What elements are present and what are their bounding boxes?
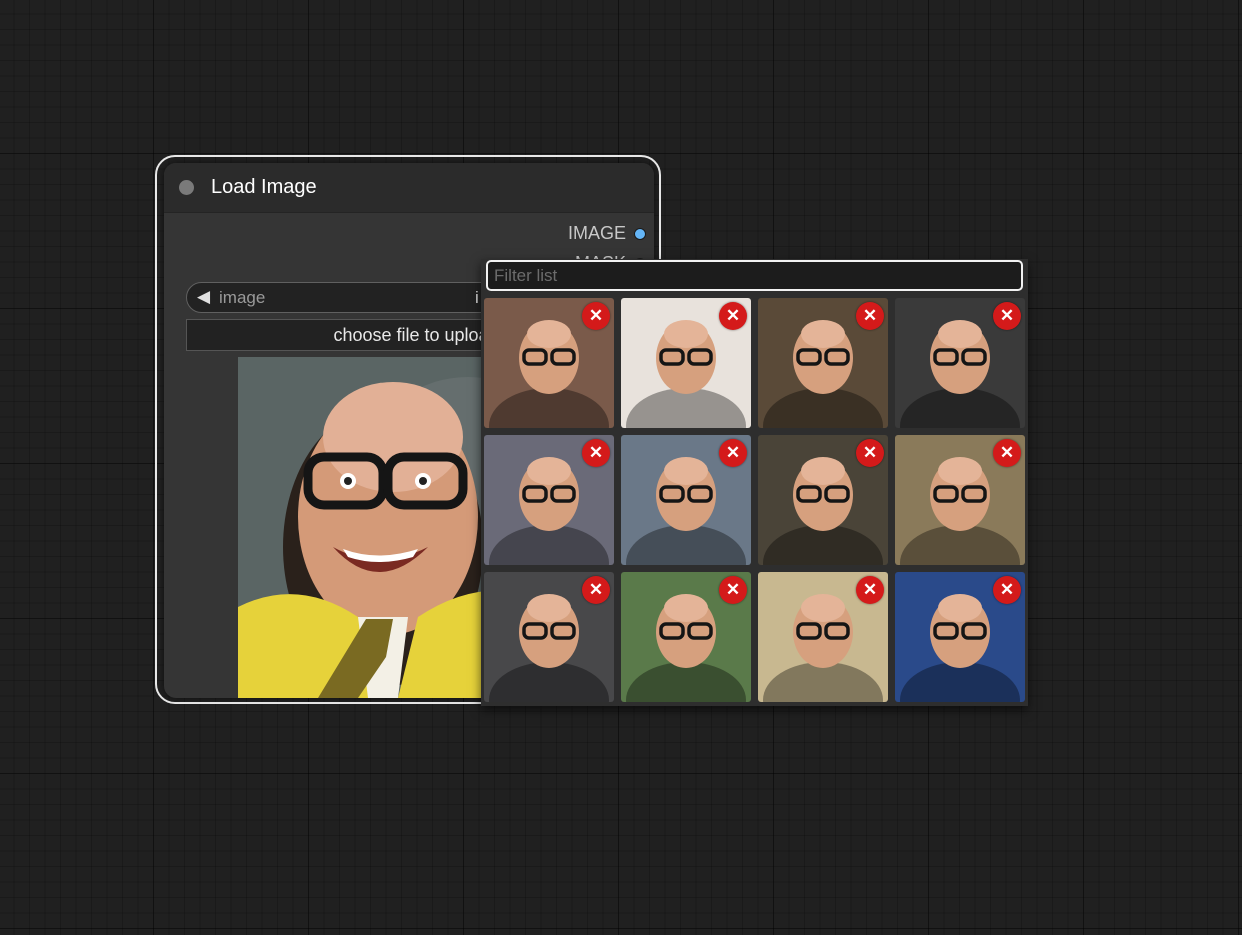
output-slot-label: IMAGE bbox=[567, 223, 626, 243]
thumbnail-item[interactable]: ✕ bbox=[484, 435, 614, 565]
thumbnail-item[interactable]: ✕ bbox=[484, 298, 614, 428]
image-picker-dropdown[interactable]: ✕ ✕ ✕ ✕ ✕ ✕ ✕ ✕ ✕ ✕ ✕ ✕ bbox=[481, 259, 1028, 706]
thumbnail-grid: ✕ ✕ ✕ ✕ ✕ ✕ ✕ ✕ ✕ ✕ ✕ ✕ bbox=[484, 298, 1028, 702]
thumbnail-item[interactable]: ✕ bbox=[621, 572, 751, 702]
combo-label: image bbox=[219, 288, 266, 307]
remove-image-icon[interactable]: ✕ bbox=[582, 576, 610, 604]
remove-image-icon[interactable]: ✕ bbox=[856, 439, 884, 467]
thumbnail-item[interactable]: ✕ bbox=[484, 572, 614, 702]
combo-left-arrow-icon[interactable]: ◀ bbox=[197, 287, 210, 307]
remove-image-icon[interactable]: ✕ bbox=[993, 439, 1021, 467]
thumbnail-item[interactable]: ✕ bbox=[758, 435, 888, 565]
thumbnail-item[interactable]: ✕ bbox=[621, 435, 751, 565]
remove-image-icon[interactable]: ✕ bbox=[993, 302, 1021, 330]
collapse-toggle-icon[interactable] bbox=[179, 180, 194, 195]
thumbnail-item[interactable]: ✕ bbox=[758, 572, 888, 702]
remove-image-icon[interactable]: ✕ bbox=[719, 576, 747, 604]
remove-image-icon[interactable]: ✕ bbox=[856, 302, 884, 330]
remove-image-icon[interactable]: ✕ bbox=[856, 576, 884, 604]
remove-image-icon[interactable]: ✕ bbox=[582, 302, 610, 330]
thumbnail-item[interactable]: ✕ bbox=[621, 298, 751, 428]
thumbnail-item[interactable]: ✕ bbox=[895, 298, 1025, 428]
node-title: Load Image bbox=[211, 176, 317, 198]
node-header[interactable]: Load Image bbox=[164, 163, 654, 213]
remove-image-icon[interactable]: ✕ bbox=[993, 576, 1021, 604]
output-slot-connector-icon[interactable] bbox=[634, 227, 646, 240]
thumbnail-item[interactable]: ✕ bbox=[758, 298, 888, 428]
thumbnail-item[interactable]: ✕ bbox=[895, 572, 1025, 702]
combo-value: i bbox=[475, 288, 479, 307]
thumbnail-item[interactable]: ✕ bbox=[895, 435, 1025, 565]
output-slot-image[interactable]: IMAGE bbox=[568, 223, 646, 244]
remove-image-icon[interactable]: ✕ bbox=[719, 302, 747, 330]
remove-image-icon[interactable]: ✕ bbox=[719, 439, 747, 467]
filter-input[interactable] bbox=[486, 260, 1023, 291]
remove-image-icon[interactable]: ✕ bbox=[582, 439, 610, 467]
